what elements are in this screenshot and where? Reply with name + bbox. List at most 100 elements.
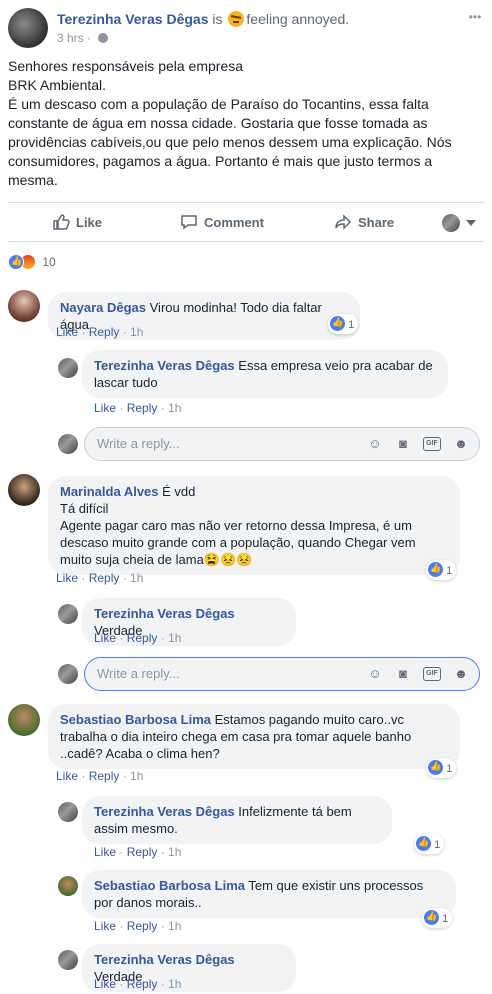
reply-time[interactable]: 1h [168,631,181,645]
reply-input[interactable]: Write a reply... ☺ ◙ GIF ☻ [84,657,480,691]
reply: Sebastiao Barbosa Lima Tem que existir u… [58,870,484,934]
like-button[interactable]: Like [52,205,102,241]
comment-reply-link[interactable]: Reply [89,325,120,339]
like-reaction-icon [8,254,24,270]
annoyed-emoji-icon [228,11,245,27]
share-button[interactable]: Share [334,205,394,241]
reply-reply-link[interactable]: Reply [127,631,158,645]
reply-placeholder: Write a reply... [97,436,180,451]
comment-actions: Like · Reply · 1h [56,571,144,585]
reply-time[interactable]: 1h [168,919,181,933]
comment-like-link[interactable]: Like [56,325,78,339]
reply: Terezinha Veras Dêgas Essa empresa veio … [58,350,484,418]
comment-label: Comment [204,215,264,230]
commenter-name[interactable]: Nayara Dêgas [60,300,146,315]
reply-like-link[interactable]: Like [94,845,116,859]
comment-reply-link[interactable]: Reply [89,571,120,585]
divider [8,202,484,203]
replier-avatar[interactable] [58,876,78,896]
replier-name[interactable]: Terezinha Veras Dêgas [94,804,235,819]
commenter-avatar[interactable] [8,290,40,322]
replier-avatar[interactable] [58,358,78,378]
reply-like-link[interactable]: Like [94,401,116,415]
like-reaction-icon [416,836,431,851]
post-author-avatar[interactable] [8,8,48,48]
reply-time[interactable]: 1h [168,401,181,415]
reply-input-tools: ☺ ◙ GIF ☻ [355,666,469,682]
post-meta: 3 hrs · [57,31,109,45]
reply-like-link[interactable]: Like [94,631,116,645]
like-reaction-icon [330,316,345,331]
reply-reply-link[interactable]: Reply [127,401,158,415]
post-body-line: Senhores responsáveis pela empresa [8,58,244,74]
commenter-name[interactable]: Marinalda Alves [60,484,159,499]
reactions-summary[interactable]: 10 [8,254,56,272]
reply-placeholder: Write a reply... [97,666,180,681]
replier-name[interactable]: Terezinha Veras Dêgas [94,606,235,621]
comment: Sebastiao Barbosa Lima Estamos pagando m… [8,704,488,784]
gif-icon[interactable]: GIF [423,667,441,681]
reply-reactions[interactable]: 1 [414,834,445,854]
reply-reply-link[interactable]: Reply [127,845,158,859]
replier-avatar[interactable] [58,604,78,624]
reply-reaction-count: 1 [442,913,449,925]
replier-avatar[interactable] [58,950,78,970]
camera-icon[interactable]: ◙ [395,436,411,452]
feeling-prefix: is [212,11,223,27]
commenter-avatar[interactable] [8,474,40,506]
reply-bubble: Terezinha Veras Dêgas Infelizmente tá be… [82,796,392,844]
comment-reactions[interactable]: 1 [426,758,457,778]
emoji-icon[interactable]: ☺ [367,666,383,682]
reply-time[interactable]: 1h [168,845,181,859]
reply-reactions[interactable]: 1 [422,908,453,928]
post-body-line: É um descaso com a população de Paraíso … [8,96,452,188]
comment-time[interactable]: 1h [130,571,143,585]
emoji-icon[interactable]: ☺ [367,436,383,452]
reply-bubble: Sebastiao Barbosa Lima Tem que existir u… [82,870,456,918]
reply-reaction-count: 1 [434,839,441,851]
replier-name[interactable]: Terezinha Veras Dêgas [94,952,235,967]
meta-separator: · [87,31,92,45]
reply-like-link[interactable]: Like [94,919,116,933]
post-action-bar: Like Comment Share [8,205,484,241]
comment-actions: Like · Reply · 1h [56,769,144,783]
comment-like-link[interactable]: Like [56,769,78,783]
replier-avatar[interactable] [58,802,78,822]
reply-actions: Like · Reply · 1h [94,631,182,645]
sticker-icon[interactable]: ☻ [453,666,469,682]
like-icon [53,214,70,230]
like-label: Like [76,215,103,230]
reply: Terezinha Veras Dêgas Verdade Like · Rep… [58,944,484,992]
replier-name[interactable]: Terezinha Veras Dêgas [94,358,235,373]
reply-input[interactable]: Write a reply... ☺ ◙ GIF ☻ [84,427,480,461]
comment-reactions[interactable]: 1 [328,314,359,334]
reply-reply-link[interactable]: Reply [127,919,158,933]
audience-avatar[interactable] [442,214,460,232]
camera-icon[interactable]: ◙ [395,666,411,682]
comment-button[interactable]: Comment [180,205,264,241]
replier-name[interactable]: Sebastiao Barbosa Lima [94,878,245,893]
commenter-avatar[interactable] [8,704,40,736]
reply-reply-link[interactable]: Reply [127,977,158,991]
caret-down-icon[interactable] [466,220,476,226]
comment-reactions[interactable]: 1 [426,560,457,580]
comment-like-link[interactable]: Like [56,571,78,585]
reply-box-avatar [58,434,78,454]
comment-text-line: É vdd [162,484,196,499]
reply-time[interactable]: 1h [168,977,181,991]
comment-time[interactable]: 1h [130,325,143,339]
comment-reaction-count: 1 [348,319,355,331]
comment-reply-link[interactable]: Reply [89,769,120,783]
sticker-icon[interactable]: ☻ [453,436,469,452]
post-author-name[interactable]: Terezinha Veras Dêgas [57,11,208,27]
post-time[interactable]: 3 hrs [57,31,84,45]
comment-bubble: Sebastiao Barbosa Lima Estamos pagando m… [48,704,460,769]
comment-time[interactable]: 1h [130,769,143,783]
comment-reaction-count: 1 [446,565,453,577]
like-reaction-icon [428,760,443,775]
reply-like-link[interactable]: Like [94,977,116,991]
ellipsis-icon[interactable]: ••• [468,10,482,24]
gif-icon[interactable]: GIF [423,437,441,451]
commenter-name[interactable]: Sebastiao Barbosa Lima [60,712,211,727]
feeling-text: feeling annoyed. [246,11,350,27]
